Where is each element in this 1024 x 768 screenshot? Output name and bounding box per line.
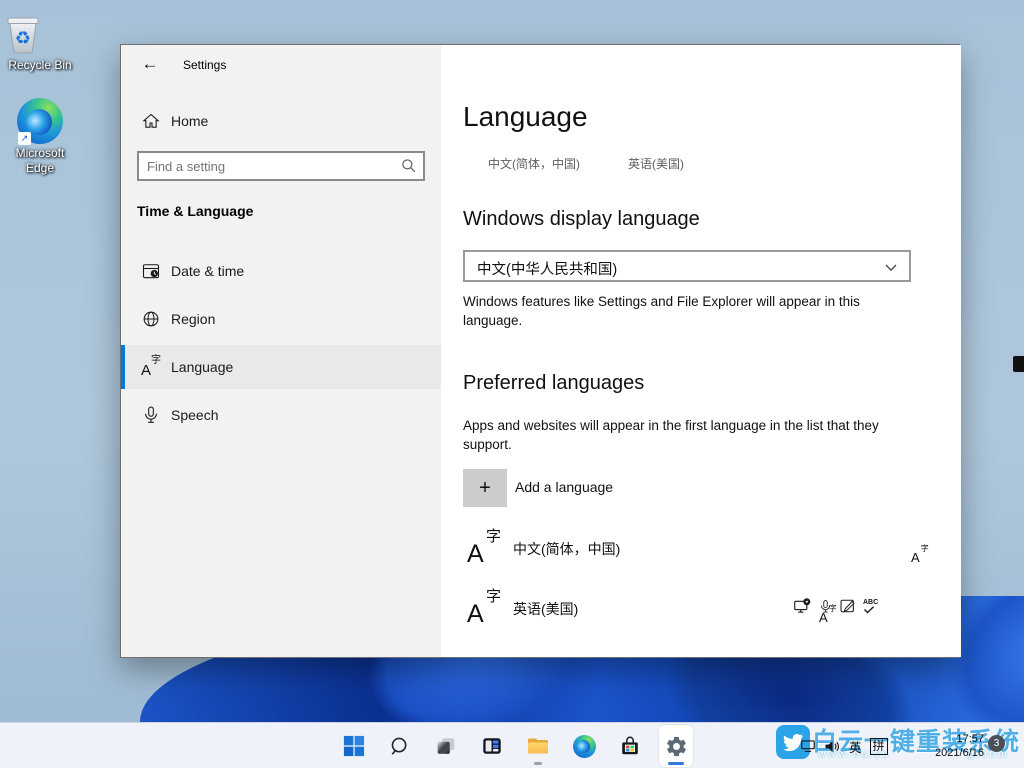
edge-icon (573, 735, 596, 758)
add-language-button[interactable]: + Add a language (463, 469, 913, 507)
taskbar-search-button[interactable] (383, 725, 417, 767)
network-icon[interactable] (800, 739, 816, 753)
display-language-heading: Windows display language (463, 208, 700, 231)
ime-pinyin-indicator[interactable]: 拼 (870, 738, 888, 755)
sidebar-item-date-time[interactable]: Date & time (121, 249, 441, 293)
running-indicator (534, 762, 542, 765)
widgets-icon (481, 735, 503, 757)
sidebar-section-title: Time & Language (137, 203, 253, 219)
text-services-icon: A 字 (911, 545, 929, 565)
language-tab-english[interactable]: 英语(美国) (628, 155, 684, 172)
ime-language-indicator[interactable]: 英 (849, 737, 862, 756)
dropdown-value: 中文(中华人民共和国) (477, 258, 617, 279)
spellcheck-badge-icon: ABC (863, 599, 878, 614)
widgets-button[interactable] (475, 725, 509, 767)
mouse-cursor (1013, 356, 1024, 372)
sidebar-item-language[interactable]: A 字 Language (121, 345, 441, 389)
display-language-badge-icon (793, 597, 812, 616)
display-language-description: Windows features like Settings and File … (463, 293, 893, 330)
tray-time: 17:57 (916, 733, 984, 747)
find-a-setting-searchbox[interactable] (137, 151, 425, 181)
plus-icon: + (463, 469, 507, 507)
language-tab-chinese[interactable]: 中文(简体，中国) (488, 155, 580, 172)
chevron-down-icon (885, 264, 897, 272)
search-input[interactable] (147, 153, 397, 179)
language-name: 英语(美国) (513, 599, 578, 619)
store-icon (619, 735, 641, 757)
sidebar-item-label: Region (171, 311, 215, 327)
preferred-languages-description: Apps and websites will appear in the fir… (463, 417, 915, 454)
speaker-icon[interactable] (824, 739, 841, 754)
microphone-icon (141, 405, 161, 425)
language-list-item-english[interactable]: A 字 英语(美国) A 字 (441, 579, 961, 635)
search-icon (389, 735, 411, 757)
settings-window: Home Time & Language Date & time (120, 44, 960, 658)
sidebar-item-label: Speech (171, 407, 218, 423)
add-language-label: Add a language (515, 479, 613, 495)
shortcut-arrow-icon: ↗ (18, 132, 31, 145)
task-view-icon (435, 735, 457, 757)
recycle-bin-label: Recycle Bin (2, 58, 78, 73)
preferred-languages-heading: Preferred languages (463, 372, 644, 395)
recycle-bin-icon: ♻ (2, 10, 44, 56)
windows-start-icon (343, 735, 365, 757)
back-button[interactable]: ← (135, 52, 165, 76)
edge-icon: ↗ (17, 98, 63, 144)
edge-label: Microsoft Edge (2, 146, 78, 176)
task-view-button[interactable] (429, 725, 463, 767)
sidebar-item-speech[interactable]: Speech (121, 393, 441, 437)
language-icon: A 字 (141, 356, 161, 378)
settings-content: Language 中文(简体，中国) 英语(美国) Windows displa… (441, 45, 961, 657)
language-icon: A 字 (467, 529, 501, 567)
desktop-icon-recycle-bin[interactable]: ♻ Recycle Bin (2, 10, 78, 73)
settings-sidebar: Home Time & Language Date & time (121, 45, 441, 657)
desktop-icon-microsoft-edge[interactable]: ↗ Microsoft Edge (2, 98, 78, 176)
language-name: 中文(简体，中国) (513, 539, 620, 559)
home-icon (141, 111, 161, 131)
taskbar: 英 拼 17:57 2021/6/16 (0, 722, 1024, 768)
page-title: Language (463, 101, 588, 133)
start-button[interactable] (337, 725, 371, 767)
globe-icon (141, 309, 161, 329)
settings-taskbar-button[interactable] (659, 725, 693, 767)
search-icon (401, 158, 416, 173)
handwriting-badge-icon (839, 597, 857, 615)
notification-badge[interactable]: 3 (988, 735, 1005, 752)
language-list-item-chinese[interactable]: A 字 中文(简体，中国) A 字 (441, 519, 961, 575)
sidebar-home-label: Home (171, 113, 208, 129)
tray-date: 2021/6/16 (916, 747, 984, 761)
display-language-dropdown[interactable]: 中文(中华人民共和国) (463, 250, 911, 282)
taskbar-clock[interactable]: 17:57 2021/6/16 (916, 733, 984, 761)
active-app-indicator (668, 762, 684, 765)
text-services-icon: A 字 (819, 605, 837, 625)
date-time-icon (141, 261, 161, 281)
gear-icon (665, 735, 688, 758)
sidebar-item-home[interactable]: Home (121, 101, 441, 141)
file-explorer-button[interactable] (521, 725, 555, 767)
sidebar-item-label: Language (171, 359, 233, 375)
window-title: Settings (183, 58, 226, 72)
file-explorer-icon (526, 735, 550, 757)
microsoft-store-button[interactable] (613, 725, 647, 767)
sidebar-item-region[interactable]: Region (121, 297, 441, 341)
taskbar-edge-button[interactable] (567, 725, 601, 767)
language-icon: A 字 (467, 589, 501, 627)
svg-text:♻: ♻ (15, 28, 31, 48)
sidebar-item-label: Date & time (171, 263, 244, 279)
